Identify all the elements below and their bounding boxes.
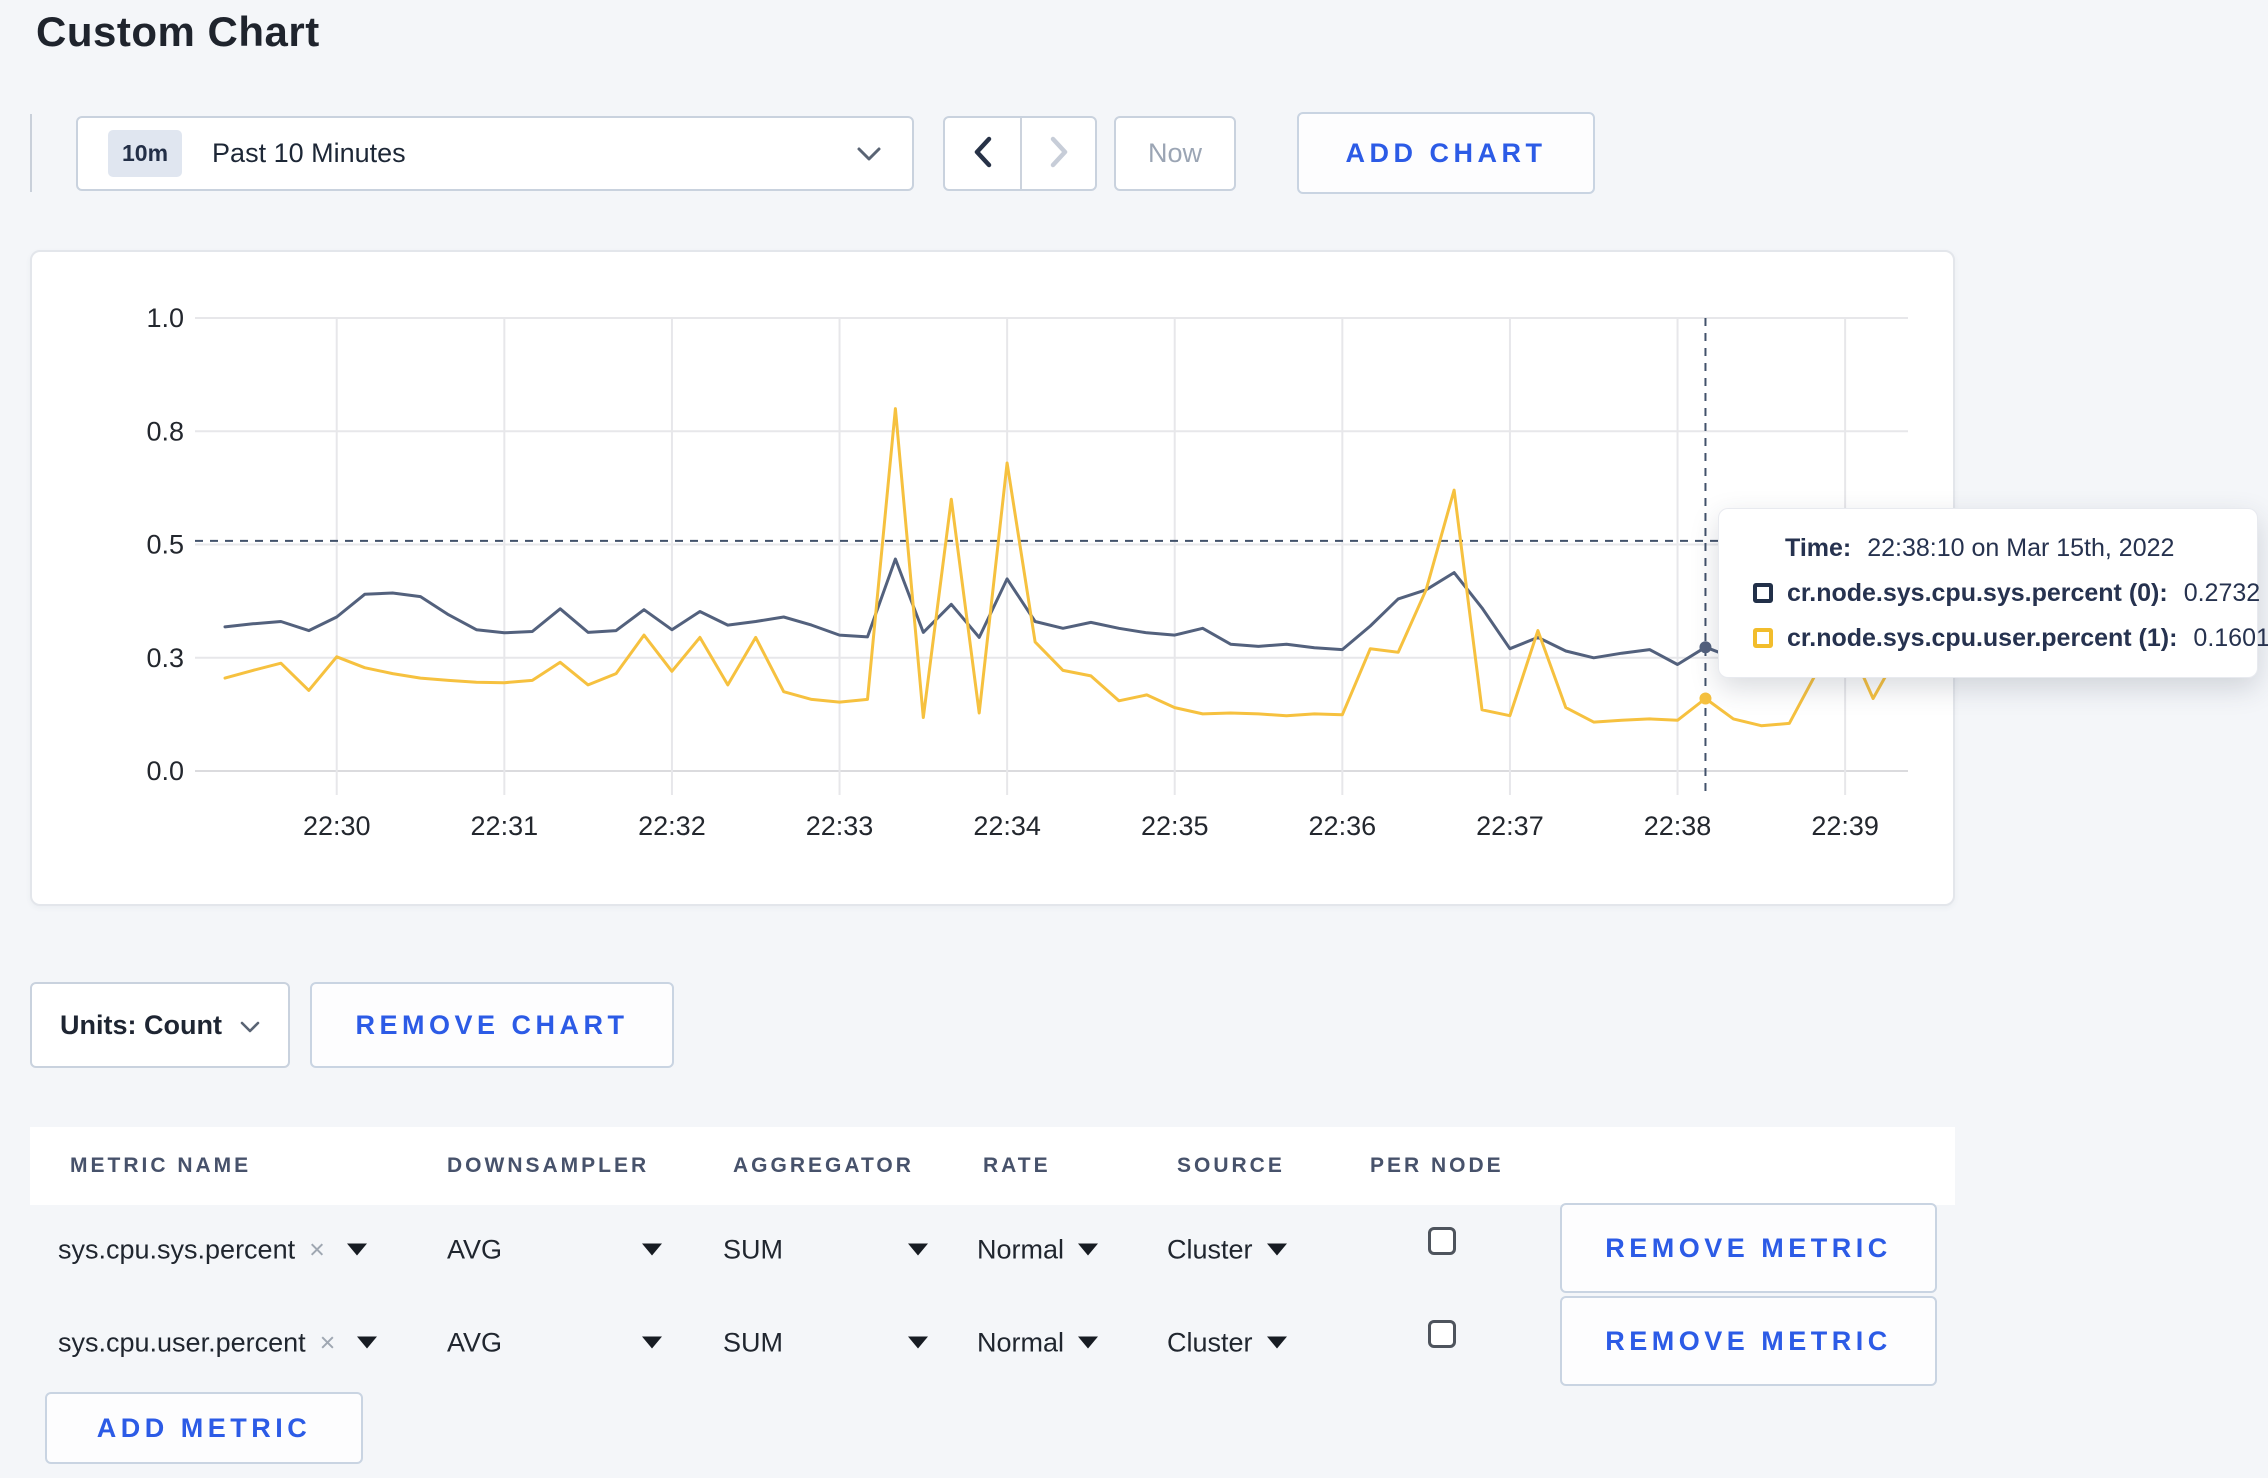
source-select[interactable]: Cluster xyxy=(1167,1327,1287,1358)
caret-down-icon xyxy=(1078,1243,1099,1256)
page-title: Custom Chart xyxy=(36,8,320,55)
now-button[interactable]: Now xyxy=(1114,116,1236,191)
svg-text:1.0: 1.0 xyxy=(146,303,184,333)
svg-text:22:33: 22:33 xyxy=(806,811,874,841)
tooltip-series-label: cr.node.sys.cpu.sys.percent (0): xyxy=(1787,578,2168,607)
metric-name-value: sys.cpu.user.percent xyxy=(58,1327,306,1357)
caret-down-icon xyxy=(346,1243,367,1256)
next-time-button[interactable] xyxy=(1020,118,1095,189)
col-header-source: SOURCE xyxy=(1177,1154,1285,1177)
downsampler-value: AVG xyxy=(447,1327,503,1357)
user-series-swatch-icon xyxy=(1753,628,1773,648)
svg-text:22:36: 22:36 xyxy=(1309,811,1377,841)
tooltip-time-row: Time: 22:38:10 on Mar 15th, 2022 xyxy=(1753,534,2237,563)
source-select[interactable]: Cluster xyxy=(1167,1234,1287,1265)
chevron-right-icon xyxy=(1048,136,1070,171)
aggregator-select[interactable]: SUM xyxy=(723,1327,928,1358)
per-node-checkbox[interactable] xyxy=(1428,1320,1456,1348)
aggregator-value: SUM xyxy=(723,1234,783,1264)
col-header-aggregator: AGGREGATOR xyxy=(733,1154,914,1177)
source-value: Cluster xyxy=(1167,1234,1253,1264)
rate-value: Normal xyxy=(977,1327,1065,1357)
svg-text:22:31: 22:31 xyxy=(471,811,539,841)
metric-name-select[interactable]: sys.cpu.sys.percent × xyxy=(58,1234,367,1265)
downsampler-value: AVG xyxy=(447,1234,503,1264)
caret-down-icon xyxy=(908,1243,928,1256)
caret-down-icon xyxy=(1266,1243,1287,1256)
tooltip-time-label: Time: xyxy=(1785,533,1852,562)
tooltip-series-label: cr.node.sys.cpu.user.percent (1): xyxy=(1787,623,2178,652)
svg-text:0.0: 0.0 xyxy=(146,756,184,786)
caret-down-icon xyxy=(908,1336,928,1349)
rate-value: Normal xyxy=(977,1234,1065,1264)
caret-down-icon xyxy=(1078,1336,1099,1349)
svg-text:22:35: 22:35 xyxy=(1141,811,1209,841)
remove-chart-button[interactable]: REMOVE CHART xyxy=(310,982,674,1068)
metric-row: sys.cpu.sys.percent × AVG SUM Normal Clu… xyxy=(30,1203,1955,1296)
metric-row: sys.cpu.user.percent × AVG SUM Normal Cl… xyxy=(30,1296,1955,1389)
sys-series-swatch-icon xyxy=(1753,583,1773,603)
chart-card: 0.0 0.3 0.5 0.8 1.0 22:30 22:31 22:32 22:33 22:34… xyxy=(30,250,1955,906)
remove-tag-icon[interactable]: × xyxy=(320,1327,336,1358)
cpu-usage-chart[interactable]: 0.0 0.3 0.5 0.8 1.0 22:30 22:31 22:32 22:33 22:34… xyxy=(32,252,1953,904)
metrics-table-header: METRIC NAME DOWNSAMPLER AGGREGATOR RATE … xyxy=(30,1127,1955,1205)
custom-chart-page: Custom Chart 10m Past 10 Minutes Now ADD… xyxy=(0,0,2268,1478)
caret-down-icon xyxy=(1266,1336,1287,1349)
rate-select[interactable]: Normal xyxy=(977,1327,1099,1358)
time-range-select[interactable]: 10m Past 10 Minutes xyxy=(76,116,914,191)
svg-text:22:39: 22:39 xyxy=(1811,811,1879,841)
remove-tag-icon[interactable]: × xyxy=(309,1234,325,1265)
metric-name-select[interactable]: sys.cpu.user.percent × xyxy=(58,1327,378,1358)
col-header-metric-name: METRIC NAME xyxy=(70,1154,252,1177)
units-select-label: Units: Count xyxy=(60,1009,222,1040)
aggregator-select[interactable]: SUM xyxy=(723,1234,928,1265)
svg-text:22:30: 22:30 xyxy=(303,811,371,841)
units-select[interactable]: Units: Count xyxy=(30,982,290,1068)
toolbar-divider xyxy=(30,114,32,192)
remove-metric-button[interactable]: REMOVE METRIC xyxy=(1560,1296,1937,1386)
now-button-label: Now xyxy=(1147,138,1202,168)
per-node-checkbox[interactable] xyxy=(1428,1227,1456,1255)
chevron-left-icon xyxy=(972,136,994,171)
caret-down-icon xyxy=(642,1336,662,1349)
time-pager xyxy=(943,116,1097,191)
add-chart-button[interactable]: ADD CHART xyxy=(1297,112,1595,194)
svg-text:0.3: 0.3 xyxy=(146,643,184,673)
metric-name-value: sys.cpu.sys.percent xyxy=(58,1234,296,1264)
downsampler-select[interactable]: AVG xyxy=(447,1234,662,1265)
chart-tooltip: Time: 22:38:10 on Mar 15th, 2022 cr.node… xyxy=(1718,508,2268,678)
svg-text:22:37: 22:37 xyxy=(1476,811,1544,841)
tooltip-series-value: 0.2732 xyxy=(2183,578,2261,607)
remove-metric-button[interactable]: REMOVE METRIC xyxy=(1560,1203,1937,1293)
col-header-downsampler: DOWNSAMPLER xyxy=(447,1154,650,1177)
svg-text:22:38: 22:38 xyxy=(1644,811,1712,841)
rate-select[interactable]: Normal xyxy=(977,1234,1099,1265)
col-header-per-node: PER NODE xyxy=(1370,1154,1504,1177)
tooltip-time-value: 22:38:10 on Mar 15th, 2022 xyxy=(1867,533,2175,562)
svg-text:22:32: 22:32 xyxy=(638,811,706,841)
add-metric-button[interactable]: ADD METRIC xyxy=(45,1392,363,1464)
downsampler-select[interactable]: AVG xyxy=(447,1327,662,1358)
time-range-label: Past 10 Minutes xyxy=(212,138,406,168)
tooltip-series-value: 0.1601 xyxy=(2193,623,2268,652)
svg-text:22:34: 22:34 xyxy=(973,811,1041,841)
caret-down-icon xyxy=(357,1336,378,1349)
aggregator-value: SUM xyxy=(723,1327,783,1357)
source-value: Cluster xyxy=(1167,1327,1253,1357)
tooltip-series-row: cr.node.sys.cpu.user.percent (1): 0.1601 xyxy=(1753,623,2268,653)
caret-down-icon xyxy=(642,1243,662,1256)
svg-text:0.5: 0.5 xyxy=(146,530,184,560)
svg-text:0.8: 0.8 xyxy=(146,416,184,446)
tooltip-series-row: cr.node.sys.cpu.sys.percent (0): 0.2732 xyxy=(1753,578,2260,608)
col-header-rate: RATE xyxy=(983,1154,1051,1177)
prev-time-button[interactable] xyxy=(945,118,1020,189)
chevron-down-icon xyxy=(240,1010,260,1041)
chevron-down-icon xyxy=(856,145,882,163)
time-range-badge: 10m xyxy=(108,130,183,177)
